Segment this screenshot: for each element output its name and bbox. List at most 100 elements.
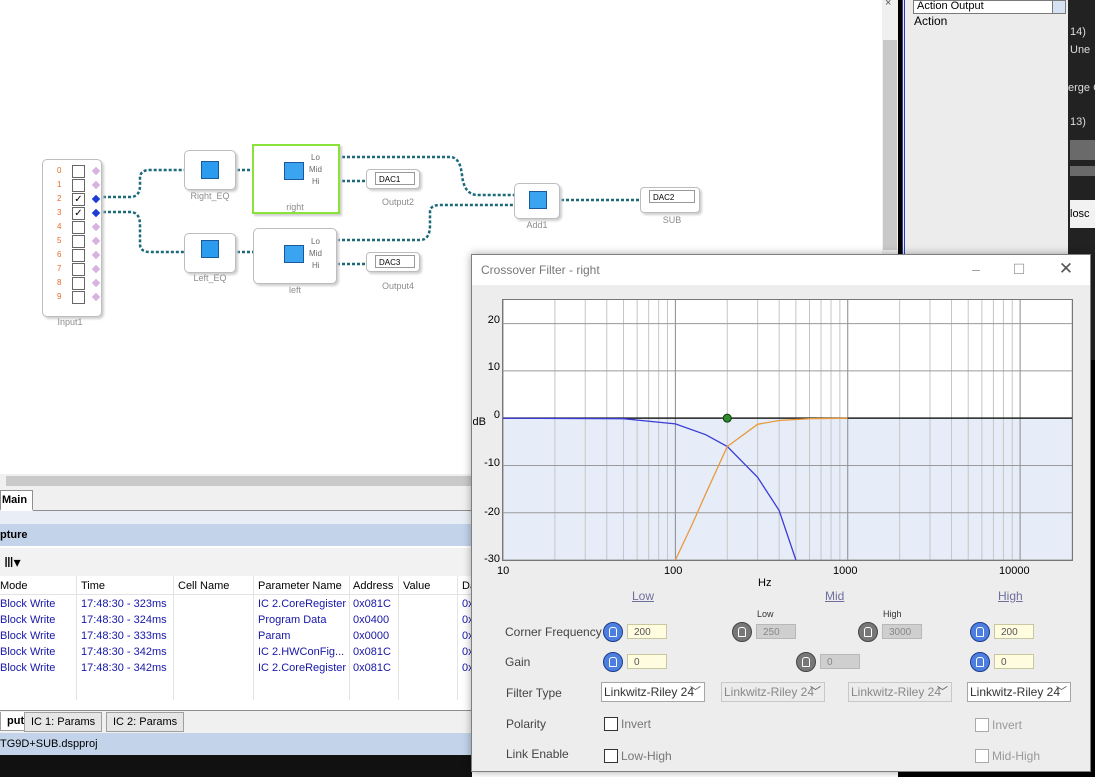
- mid-gain-input[interactable]: 0: [820, 654, 860, 669]
- input-checkbox[interactable]: [72, 249, 85, 262]
- low-freq-input[interactable]: 200: [627, 624, 667, 639]
- eq-icon: [201, 240, 219, 258]
- band-mid-link[interactable]: Mid: [825, 589, 844, 603]
- band-low-link[interactable]: Low: [632, 589, 654, 603]
- action-output-dropdown[interactable]: Action Output: [913, 0, 1066, 14]
- filter-type-label: Filter Type: [506, 686, 562, 700]
- capture-panel-title: pture: [0, 524, 472, 546]
- right-eq-block[interactable]: [184, 150, 236, 190]
- gain-label: Gain: [505, 655, 531, 669]
- input-block[interactable]: 0 1 2 ✓ 3 ✓ 4 5 6 7 8 9: [42, 159, 102, 317]
- dac3-select[interactable]: DAC3: [375, 255, 415, 268]
- input-row: 7: [43, 262, 103, 276]
- input-row: 5: [43, 234, 103, 248]
- dac3-label: Output4: [381, 281, 415, 291]
- right-crossover-label: right: [286, 202, 304, 212]
- dac2-select[interactable]: DAC2: [649, 190, 695, 203]
- input-row: 4: [43, 220, 103, 234]
- high-filter-type-select[interactable]: Linkwitz-Riley 24 ﹀: [967, 682, 1071, 702]
- columns-icon[interactable]: Ⅲ▾: [4, 554, 21, 571]
- table-row[interactable]: Block Write 17:48:30 - 342ms IC 2.HWConFig…: [0, 644, 474, 660]
- mid-high-freq-input[interactable]: 3000: [882, 624, 922, 639]
- low-invert-checkbox[interactable]: [604, 717, 618, 731]
- input-checkbox[interactable]: [72, 221, 85, 234]
- action-label: Action: [914, 14, 948, 28]
- mid-low-filter-type-select[interactable]: Linkwitz-Riley 24 ﹀: [721, 682, 825, 702]
- table-row[interactable]: Block Write 17:48:30 - 324ms Program Data 0…: [0, 612, 474, 628]
- x-tick-label: 10: [497, 565, 510, 577]
- low-filter-type-select[interactable]: Linkwitz-Riley 24 ﹀: [601, 682, 705, 702]
- mid-low-sublabel: Low: [757, 609, 774, 619]
- dac3-output-block[interactable]: DAC3: [366, 252, 420, 272]
- input-checkbox[interactable]: ✓: [72, 193, 85, 206]
- y-tick-label: 10: [487, 361, 500, 373]
- band-high-link[interactable]: High: [998, 589, 1023, 603]
- high-freq-knob[interactable]: [970, 622, 990, 642]
- capture-table-header: Mode Time Cell Name Parameter Name Addre…: [0, 576, 476, 595]
- right-eq-label: Right_EQ: [190, 191, 230, 201]
- link-low-high-checkbox[interactable]: [604, 749, 618, 763]
- x-tick-label: 1000: [833, 565, 858, 577]
- low-freq-knob[interactable]: [603, 622, 623, 642]
- input-checkbox[interactable]: [72, 277, 85, 290]
- mid-high-freq-knob[interactable]: [858, 622, 878, 642]
- left-eq-label: Left_EQ: [193, 273, 227, 283]
- crossover-icon: [284, 245, 304, 263]
- crossover-icon: [284, 162, 304, 180]
- high-invert-checkbox[interactable]: [975, 718, 989, 732]
- mid-gain-knob[interactable]: [796, 652, 816, 672]
- tab-ic1-params[interactable]: IC 1: Params: [24, 712, 103, 732]
- low-gain-knob[interactable]: [603, 652, 623, 672]
- dac2-output-block[interactable]: DAC2: [640, 187, 700, 213]
- high-gain-input[interactable]: 0: [994, 654, 1034, 669]
- left-crossover-label: left: [288, 285, 301, 295]
- high-gain-knob[interactable]: [970, 652, 990, 672]
- low-gain-input[interactable]: 0: [627, 654, 667, 669]
- dac1-select[interactable]: DAC1: [375, 172, 415, 185]
- link-low-high-label: Low-High: [621, 749, 672, 763]
- input-checkbox[interactable]: [72, 235, 85, 248]
- mid-high-filter-type-select[interactable]: Linkwitz-Riley 24 ﹀: [848, 682, 952, 702]
- input-row: 6: [43, 248, 103, 262]
- capture-toolbar: Ⅲ▾: [0, 548, 472, 576]
- link-mid-high-checkbox[interactable]: [975, 749, 989, 763]
- mid-low-freq-knob[interactable]: [732, 622, 752, 642]
- left-crossover-block[interactable]: Lo Mid Hi: [253, 228, 337, 284]
- input-checkbox[interactable]: [72, 263, 85, 276]
- link-mid-high-label: Mid-High: [992, 749, 1041, 763]
- input-checkbox[interactable]: [72, 165, 85, 178]
- dialog-body: 20 10 0 dB -10 -20 -30 10 100 1000 10000…: [472, 285, 1090, 771]
- add-icon: [529, 191, 547, 209]
- frequency-response-chart[interactable]: [502, 299, 1073, 561]
- minimize-icon[interactable]: –: [964, 259, 988, 279]
- add-label: Add1: [526, 220, 548, 230]
- table-row[interactable]: Block Write 17:48:30 - 333ms Param 0x0000 0x: [0, 628, 474, 644]
- add-block[interactable]: [514, 183, 560, 219]
- table-row[interactable]: Block Write 17:48:30 - 342ms IC 2.CoreRegi…: [0, 660, 474, 676]
- y-tick-label: -30: [484, 553, 500, 565]
- close-icon[interactable]: ✕: [1054, 259, 1078, 279]
- chevron-down-icon: ﹀: [937, 686, 948, 698]
- y-tick-label: -20: [484, 506, 500, 518]
- high-freq-input[interactable]: 200: [994, 624, 1034, 639]
- document-tabstrip: Main: [0, 488, 472, 511]
- input-row: 3 ✓: [43, 206, 103, 220]
- mid-low-freq-input[interactable]: 250: [756, 624, 796, 639]
- chevron-down-icon: ﹀: [690, 686, 701, 698]
- input-checkbox[interactable]: [72, 291, 85, 304]
- tab-main[interactable]: Main: [0, 490, 33, 511]
- input-block-label: Input1: [57, 317, 83, 327]
- link-enable-label: Link Enable: [506, 747, 569, 761]
- maximize-icon[interactable]: ☐: [1007, 259, 1031, 279]
- input-checkbox[interactable]: [72, 179, 85, 192]
- left-eq-block[interactable]: [184, 233, 236, 273]
- below-zero-shading: [503, 418, 1072, 560]
- input-row: 1: [43, 178, 103, 192]
- dac1-output-block[interactable]: DAC1: [366, 169, 420, 189]
- taskbar-strip: [0, 755, 472, 777]
- input-checkbox[interactable]: ✓: [72, 207, 85, 220]
- table-row[interactable]: Block Write 17:48:30 - 323ms IC 2.CoreRegi…: [0, 596, 474, 612]
- chevron-down-icon[interactable]: [1052, 1, 1065, 13]
- output-tabstrip: put IC 1: Params IC 2: Params: [0, 710, 472, 733]
- tab-ic2-params[interactable]: IC 2: Params: [106, 712, 185, 732]
